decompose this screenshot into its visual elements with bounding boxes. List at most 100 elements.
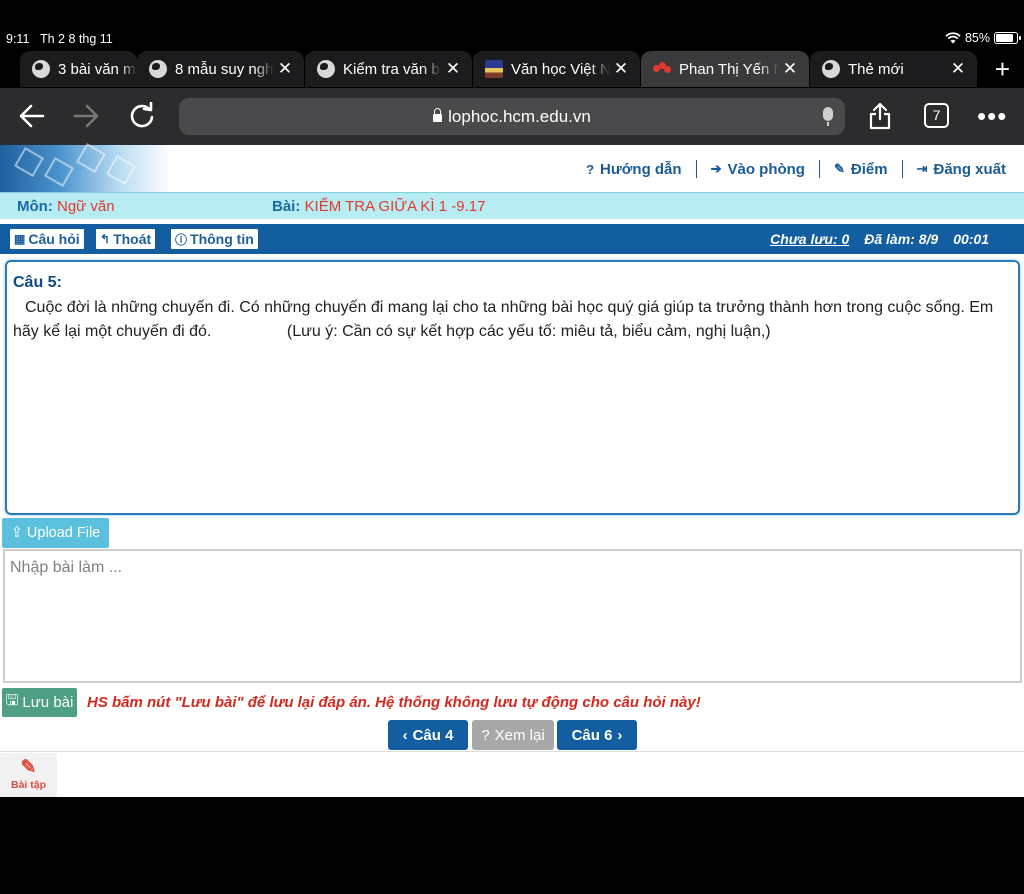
page-footer: ✎ Bài tập: [0, 751, 1024, 798]
chevron-left-icon: ‹: [402, 726, 408, 744]
tasks-tab[interactable]: ✎ Bài tập: [0, 753, 57, 798]
browser-tab[interactable]: 8 mẫu suy nghĩ ✕: [137, 51, 304, 87]
forward-arrow-icon[interactable]: [72, 102, 100, 130]
divider: [818, 160, 820, 178]
browser-tab-active[interactable]: Phan Thị Yến Nhi ✕: [641, 51, 809, 87]
link-label: Đăng xuất: [933, 160, 1006, 178]
battery-percent: 85%: [964, 31, 990, 45]
battery-icon: [994, 32, 1021, 44]
link-label: Hướng dẫn: [600, 160, 682, 178]
answer-input[interactable]: [5, 551, 1020, 681]
tab-title: Phan Thị Yến Nhi: [679, 60, 779, 78]
link-vao-phong[interactable]: ➔ Vào phòng: [711, 161, 805, 178]
prev-question-button[interactable]: ‹ Câu 4: [388, 720, 468, 750]
link-dang-xuat[interactable]: ⇥ Đăng xuất: [917, 161, 1006, 178]
subject-value: Ngữ văn: [57, 198, 115, 215]
link-huong-dan[interactable]: ? Hướng dẫn: [586, 161, 681, 178]
globe-icon: [317, 60, 335, 78]
wifi-icon: [945, 32, 961, 44]
tab-title: Thẻ mới: [848, 60, 904, 78]
status-date: Th 2 8 thg 11: [40, 32, 113, 46]
button-label: Xem lại: [494, 726, 545, 744]
close-icon[interactable]: ✕: [610, 59, 632, 79]
close-icon[interactable]: ✕: [442, 59, 464, 79]
question-title: Câu 5:: [13, 274, 62, 291]
sign-out-icon: ⇥: [916, 161, 928, 176]
subject-info: Môn: Ngữ văn: [17, 198, 115, 215]
done-count: Đã làm: 8/9: [864, 231, 939, 247]
address-bar[interactable]: lophoc.hcm.edu.vn: [179, 98, 845, 135]
question-icon: ?: [586, 161, 595, 177]
close-icon[interactable]: ✕: [947, 59, 969, 79]
status-time: 9:11: [6, 32, 30, 46]
tasks-label: Bài tập: [10, 779, 46, 791]
subject-bar: Môn: Ngữ văn Bài: KIỂM TRA GIỮA KÌ 1 -9.…: [0, 192, 1024, 219]
subject-label: Môn:: [17, 198, 53, 215]
lesson-value: KIỂM TRA GIỮA KÌ 1 -9.17: [304, 198, 486, 215]
info-button[interactable]: ⓘ Thông tin: [171, 229, 258, 249]
lock-icon: [433, 107, 443, 122]
close-icon[interactable]: ✕: [779, 59, 801, 79]
lesson-info: Bài: KIỂM TRA GIỮA KÌ 1 -9.17: [272, 198, 485, 215]
status-right: 85%: [945, 31, 1021, 45]
question-circle-icon: ?: [481, 726, 490, 744]
questions-button[interactable]: ▦ Câu hỏi: [10, 229, 84, 249]
answer-box: [3, 549, 1022, 683]
unsaved-count[interactable]: Chưa lưu: 0: [770, 231, 849, 247]
exam-action-bar: ▦ Câu hỏi ↰ Thoát ⓘ Thông tin Chưa lưu: …: [0, 224, 1024, 254]
address-url: lophoc.hcm.edu.vn: [448, 106, 591, 126]
question-panel: Câu 5: Cuộc đời là những chuyến đi. Có n…: [5, 260, 1020, 515]
button-label: Câu hỏi: [28, 231, 80, 247]
back-arrow-icon[interactable]: [18, 102, 46, 130]
save-icon: 🖫: [5, 692, 19, 709]
browser-tab[interactable]: Thẻ mới ✕: [810, 51, 977, 87]
lesson-label: Bài:: [272, 198, 301, 215]
reply-icon: ↰: [100, 232, 111, 246]
grid-icon: ▦: [14, 232, 26, 246]
link-label: Điểm: [850, 160, 888, 178]
question-text: Cuộc đời là những chuyến đi. Có những ch…: [13, 298, 998, 341]
browser-tab[interactable]: Kiểm tra văn bản ✕: [305, 51, 472, 87]
button-label: Lưu bài: [22, 694, 74, 711]
microphone-icon[interactable]: [823, 107, 833, 126]
upload-file-button[interactable]: ⇪ Upload File: [2, 518, 109, 548]
button-label: Câu 6: [571, 726, 613, 744]
close-icon[interactable]: ✕: [274, 59, 296, 79]
browser-toolbar: lophoc.hcm.edu.vn 7 •••: [0, 88, 1024, 145]
next-question-button[interactable]: Câu 6 ›: [557, 720, 637, 750]
link-diem[interactable]: ✎ Điểm: [834, 161, 888, 178]
status-bar: 9:11 Th 2 8 thg 11 85%: [0, 0, 1024, 52]
tab-count-button[interactable]: 7: [924, 103, 949, 128]
divider: [695, 160, 697, 178]
review-button[interactable]: ? Xem lại: [472, 720, 554, 750]
tab-title: 3 bài văn mẫu: [58, 60, 137, 78]
new-tab-plus-icon[interactable]: +: [995, 54, 1010, 85]
tab-title: Kiểm tra văn bản: [343, 60, 442, 78]
more-menu-icon[interactable]: •••: [977, 101, 1007, 132]
globe-icon: [32, 60, 50, 78]
header-links: ? Hướng dẫn ➔ Vào phòng ✎ Điểm ⇥ Đăng xu…: [586, 160, 1006, 178]
divider: [901, 160, 903, 178]
edit-icon: ✎: [833, 161, 845, 176]
bottom-blank-area: [0, 797, 1024, 894]
button-label: Câu 4: [412, 726, 454, 744]
button-label: Upload File: [26, 525, 101, 541]
link-label: Vào phòng: [727, 160, 805, 178]
button-label: Thoát: [113, 231, 152, 247]
site-logo-banner: [0, 142, 170, 192]
save-warning: HS bấm nút "Lưu bài" để lưu lại đáp án. …: [87, 694, 701, 711]
save-button[interactable]: 🖫 Lưu bài: [2, 688, 77, 717]
reload-icon[interactable]: [128, 102, 156, 130]
globe-icon: [149, 60, 167, 78]
exit-button[interactable]: ↰ Thoát: [96, 229, 156, 249]
site-header: ? Hướng dẫn ➔ Vào phòng ✎ Điểm ⇥ Đăng xu…: [0, 142, 1024, 192]
progress-status: Chưa lưu: 0 Đã làm: 8/9 00:01: [770, 231, 989, 247]
browser-tab[interactable]: Văn học Việt Nam ✕: [473, 51, 640, 87]
share-icon[interactable]: [868, 102, 892, 130]
upload-icon: ⇪: [10, 525, 23, 541]
sign-in-icon: ➔: [710, 161, 722, 176]
red-favicon-icon: [653, 62, 671, 76]
tab-title: 8 mẫu suy nghĩ: [175, 60, 274, 78]
browser-tab[interactable]: 3 bài văn mẫu: [20, 51, 137, 87]
tab-title: Văn học Việt Nam: [511, 60, 610, 78]
